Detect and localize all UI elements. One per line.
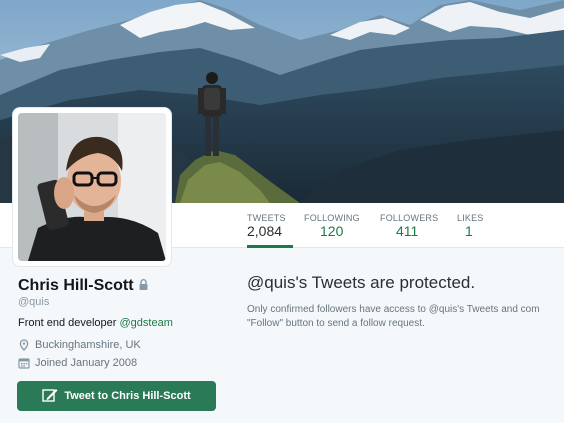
profile-fullname[interactable]: Chris Hill-Scott (18, 277, 134, 295)
stat-likes-value: 1 (465, 223, 473, 239)
protected-line-1: Only confirmed followers have access to … (247, 304, 540, 315)
stat-tweets-value: 2,084 (247, 223, 283, 239)
bio-text: Front end developer (18, 317, 120, 329)
stat-tweets-label: TWEETS (247, 213, 286, 223)
profile-join-date: Joined January 2008 (18, 357, 137, 369)
stat-likes-label: LIKES (457, 213, 484, 223)
stat-followers-value: 411 (396, 223, 419, 239)
bio-mention-link[interactable]: @gdsteam (120, 317, 173, 329)
profile-location: Buckinghamshire, UK (18, 339, 141, 351)
lock-icon (139, 277, 148, 295)
avatar-photo (18, 113, 166, 261)
location-text: Buckinghamshire, UK (35, 339, 141, 351)
stat-followers-label: FOLLOWERS (380, 213, 439, 223)
protected-heading: @quis's Tweets are protected. (247, 273, 476, 292)
tweet-to-button[interactable]: Tweet to Chris Hill-Scott (17, 381, 216, 411)
active-tab-indicator (247, 245, 293, 248)
join-date-text: Joined January 2008 (35, 357, 138, 369)
calendar-icon (18, 357, 30, 369)
profile-avatar[interactable] (13, 108, 171, 266)
stat-followers[interactable]: FOLLOWERS 411 (380, 203, 440, 247)
compose-icon (42, 388, 58, 405)
stat-tweets[interactable]: TWEETS 2,084 (247, 203, 293, 248)
location-pin-icon (18, 339, 30, 351)
protected-description: Only confirmed followers have access to … (247, 303, 564, 331)
tweet-to-label: Tweet to Chris Hill-Scott (64, 390, 191, 402)
profile-screen-name[interactable]: @quis (18, 296, 49, 308)
stat-likes[interactable]: LIKES 1 (457, 203, 497, 247)
stat-following-value: 120 (320, 223, 344, 239)
profile-name-row: Chris Hill-Scott (18, 277, 148, 295)
stat-following-label: FOLLOWING (304, 213, 360, 223)
protected-line-2: "Follow" button to send a follow request… (247, 318, 425, 329)
stat-following[interactable]: FOLLOWING 120 (304, 203, 364, 247)
profile-bio: Front end developer @gdsteam (18, 317, 173, 329)
